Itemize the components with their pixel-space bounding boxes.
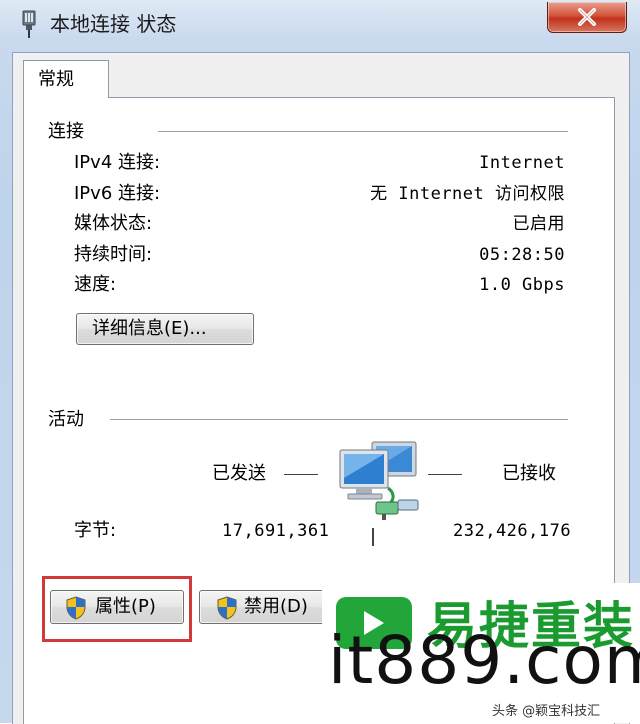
ipv4-value: Internet (479, 153, 565, 173)
received-label: 已接收 (502, 463, 556, 484)
title-bar[interactable]: 本地连接 状态 (0, 0, 640, 48)
media-state-value: 已启用 (512, 214, 565, 234)
properties-highlight-box (42, 576, 192, 642)
duration-value: 05:28:50 (479, 245, 565, 265)
received-dash (428, 474, 462, 475)
watermark-caption: 头条 @颖宝科技汇 (492, 703, 601, 721)
watermark-site: it889.com (328, 622, 640, 699)
bytes-received-value: 232,426,176 (453, 521, 572, 541)
status-window: 本地连接 状态 常规 连接 IPv4 连接: Internet IPv6 连接:… (0, 0, 640, 724)
media-state-label: 媒体状态: (74, 213, 153, 234)
bytes-label: 字节: (74, 520, 117, 541)
connection-group-divider (158, 131, 568, 132)
activity-divider (372, 528, 374, 546)
network-adapter-icon (18, 10, 40, 38)
activity-group-title: 活动 (48, 409, 84, 430)
ipv4-label: IPv4 连接: (74, 152, 161, 173)
activity-group-divider (110, 419, 568, 420)
duration-label: 持续时间: (74, 244, 153, 265)
details-button[interactable]: 详细信息(E)... (76, 313, 254, 345)
disable-button[interactable]: 禁用(D) (199, 590, 333, 624)
ipv6-label: IPv6 连接: (74, 183, 161, 204)
tab-general[interactable]: 常规 (23, 60, 109, 98)
window-title: 本地连接 状态 (50, 12, 177, 36)
bytes-sent-value: 17,691,361 (222, 521, 330, 541)
sent-label: 已发送 (212, 463, 266, 484)
speed-value: 1.0 Gbps (479, 275, 565, 295)
details-button-label: 详细信息(E)... (92, 318, 207, 339)
connection-group-title: 连接 (48, 121, 84, 142)
sent-dash (284, 474, 318, 475)
close-button[interactable] (547, 2, 627, 33)
network-computers-icon (328, 440, 432, 526)
uac-shield-icon (216, 596, 238, 630)
ipv6-value: 无 Internet 访问权限 (370, 184, 565, 204)
disable-button-label: 禁用(D) (244, 596, 308, 617)
watermark-overlay: 易捷重装 it889.com 头条 @颖宝科技汇 (322, 583, 640, 723)
speed-label: 速度: (74, 274, 117, 295)
